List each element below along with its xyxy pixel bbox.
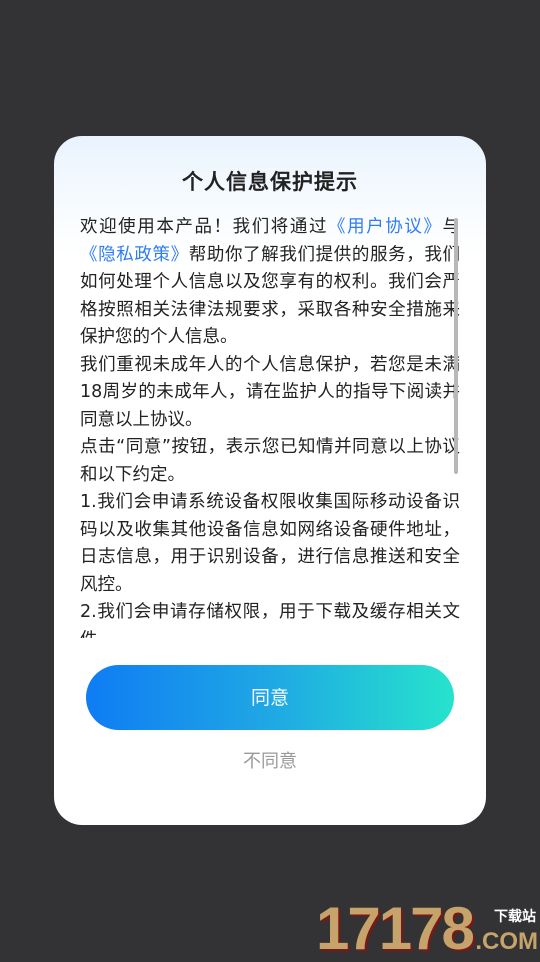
intro-text: 欢迎使用本产品！我们将通过: [80, 217, 329, 237]
site-watermark: 17178 下载站 .COM: [316, 898, 540, 960]
content-paragraph-5: 2.我们会申请存储权限，用于下载及缓存相关文件。: [80, 602, 460, 638]
watermark-site-label: 下载站: [494, 909, 536, 925]
watermark-domain: .COM: [475, 928, 538, 955]
disagree-button[interactable]: 不同意: [54, 747, 486, 773]
privacy-policy-link[interactable]: 《隐私政策》: [80, 245, 189, 265]
watermark-number: 17178: [316, 895, 475, 962]
agree-button[interactable]: 同意: [86, 665, 454, 730]
privacy-dialog: 个人信息保护提示 欢迎使用本产品！我们将通过《用户协议》与《隐私政策》帮助你了解…: [54, 136, 486, 825]
content-paragraph-4: 1.我们会申请系统设备权限收集国际移动设备识码以及收集其他设备信息如网络设备硬件…: [80, 492, 460, 595]
dialog-content[interactable]: 欢迎使用本产品！我们将通过《用户协议》与《隐私政策》帮助你了解我们提供的服务，我…: [80, 214, 460, 638]
content-paragraph-3: 点击“同意”按钮，表示您已知情并同意以上协议和以下约定。: [80, 437, 460, 485]
dialog-title: 个人信息保护提示: [182, 170, 358, 194]
user-agreement-link[interactable]: 《用户协议》: [328, 217, 442, 237]
content-paragraph-2: 我们重视未成年人的个人信息保护，若您是未满18周岁的未成年人，请在监护人的指导下…: [80, 354, 460, 430]
content-paragraph-1: 欢迎使用本产品！我们将通过《用户协议》与《隐私政策》帮助你了解我们提供的服务，我…: [80, 214, 460, 352]
content-scrollbar[interactable]: [454, 218, 458, 474]
